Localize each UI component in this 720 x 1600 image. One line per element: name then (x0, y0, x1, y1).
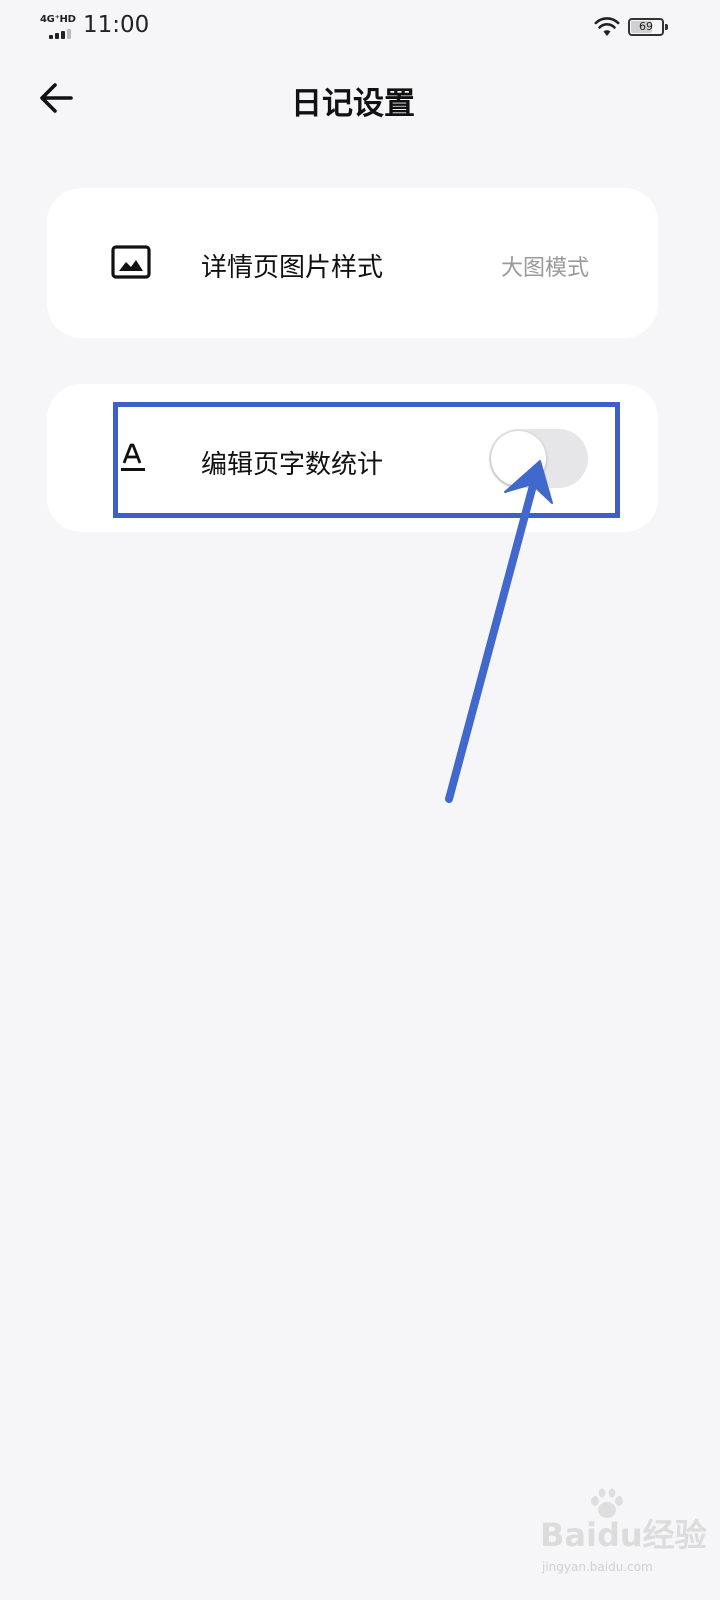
baidu-watermark: Baidu经验 jingyan.baidu.com (540, 1488, 707, 1588)
watermark-text: Baidu经验 (540, 1516, 707, 1554)
watermark-url: jingyan.baidu.com (542, 1560, 653, 1574)
annotation-arrow (445, 460, 553, 803)
